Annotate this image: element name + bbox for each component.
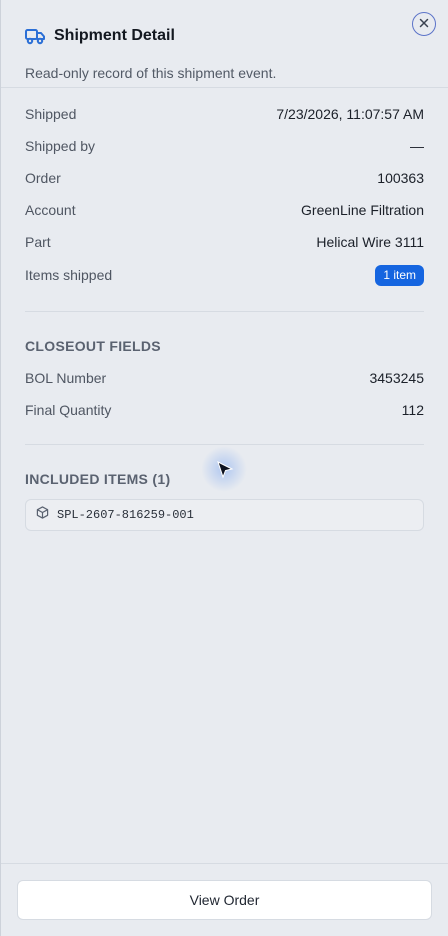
detail-label: Shipped by [25, 138, 96, 154]
detail-value: 100363 [377, 170, 424, 186]
detail-label: Order [25, 170, 61, 186]
page-subtitle: Read-only record of this shipment event. [25, 65, 277, 81]
detail-row-items-shipped: Items shipped 1 item [25, 258, 424, 292]
package-icon [36, 506, 49, 524]
detail-value: — [410, 138, 424, 154]
detail-row-account: Account GreenLine Filtration [25, 194, 424, 226]
shipment-detail-panel: Shipment Detail Read-only record of this… [0, 0, 448, 936]
close-icon [419, 15, 429, 33]
item-code: SPL-2607-816259-001 [57, 508, 194, 522]
detail-value: 7/23/2026, 11:07:57 AM [276, 106, 424, 122]
detail-label: Items shipped [25, 267, 113, 283]
shipment-fields: Shipped 7/23/2026, 11:07:57 AM Shipped b… [25, 88, 424, 292]
detail-row-shipped-by: Shipped by — [25, 130, 424, 162]
detail-row-order: Order 100363 [25, 162, 424, 194]
mouse-cursor-icon [215, 460, 235, 480]
detail-label: Shipped [25, 106, 77, 122]
title-row: Shipment Detail [25, 24, 424, 48]
view-order-button[interactable]: View Order [17, 880, 432, 920]
close-button[interactable] [412, 12, 436, 36]
detail-row-part: Part Helical Wire 3111 [25, 226, 424, 258]
closeout-row-final-quantity: Final Quantity 112 [25, 394, 424, 426]
panel-header: Shipment Detail Read-only record of this… [1, 0, 448, 88]
detail-value: GreenLine Filtration [301, 202, 424, 218]
closeout-label: Final Quantity [25, 402, 112, 418]
items-count-badge: 1 item [375, 264, 424, 286]
detail-row-shipped: Shipped 7/23/2026, 11:07:57 AM [25, 98, 424, 130]
included-item[interactable]: SPL-2607-816259-001 [25, 499, 424, 531]
closeout-section-title: CLOSEOUT FIELDS [25, 338, 161, 354]
detail-label: Account [25, 202, 76, 218]
closeout-label: BOL Number [25, 370, 107, 386]
closeout-value: 112 [401, 402, 424, 418]
truck-icon [25, 27, 45, 45]
page-title: Shipment Detail [54, 27, 175, 44]
panel-footer: View Order [1, 863, 448, 936]
closeout-value: 3453245 [369, 370, 424, 386]
closeout-row-bol: BOL Number 3453245 [25, 362, 424, 394]
detail-label: Part [25, 234, 51, 250]
detail-value: Helical Wire 3111 [316, 234, 424, 250]
